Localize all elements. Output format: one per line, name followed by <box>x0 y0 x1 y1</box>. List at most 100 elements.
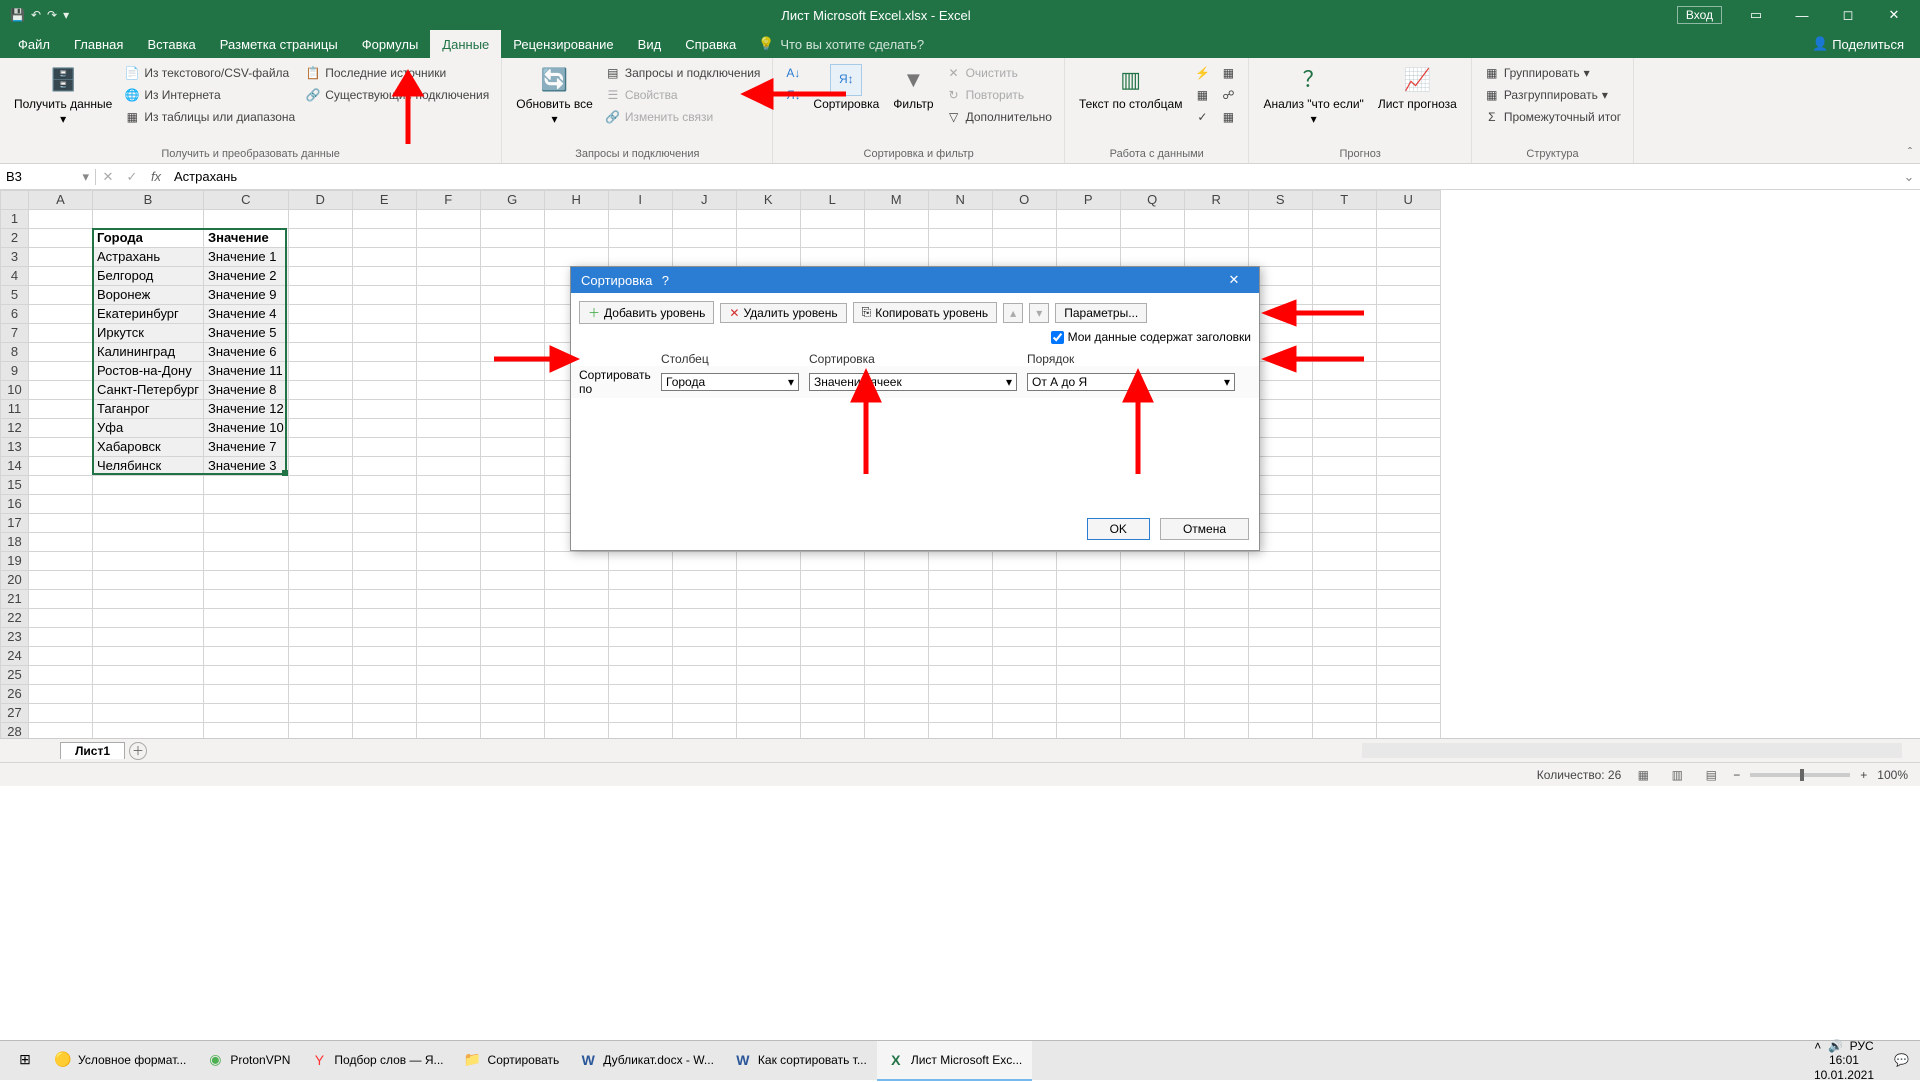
cell[interactable] <box>352 533 416 552</box>
cell[interactable] <box>29 590 93 609</box>
remove-duplicates-button[interactable]: ▦ <box>1190 84 1214 106</box>
cell[interactable] <box>288 457 352 476</box>
cell[interactable] <box>1376 210 1440 229</box>
cell[interactable] <box>203 628 288 647</box>
dialog-close-button[interactable]: ✕ <box>1219 272 1249 288</box>
cell[interactable] <box>288 286 352 305</box>
cell[interactable] <box>800 685 864 704</box>
cell[interactable] <box>416 647 480 666</box>
cell[interactable] <box>544 647 608 666</box>
data-validation-button[interactable]: ✓ <box>1190 106 1214 128</box>
cell[interactable] <box>1184 248 1248 267</box>
cell[interactable] <box>352 343 416 362</box>
cell[interactable] <box>480 457 544 476</box>
cell[interactable] <box>608 552 672 571</box>
cell[interactable] <box>1120 704 1184 723</box>
cell[interactable] <box>416 628 480 647</box>
zoom-level[interactable]: 100% <box>1877 768 1908 782</box>
cell[interactable] <box>608 229 672 248</box>
cell[interactable] <box>416 267 480 286</box>
cell[interactable] <box>203 590 288 609</box>
cell[interactable] <box>1120 210 1184 229</box>
cell[interactable] <box>928 210 992 229</box>
cell[interactable] <box>1312 286 1376 305</box>
cell[interactable] <box>1056 685 1120 704</box>
sort-button[interactable]: Я↕Сортировка <box>807 62 885 113</box>
volume-icon[interactable]: 🔊 <box>1828 1039 1843 1053</box>
cell[interactable] <box>1376 704 1440 723</box>
cell[interactable] <box>992 571 1056 590</box>
taskbar-excel[interactable]: XЛист Microsoft Exc... <box>877 1041 1032 1081</box>
cell[interactable] <box>736 210 800 229</box>
cell[interactable] <box>1056 210 1120 229</box>
cell[interactable] <box>544 571 608 590</box>
cell[interactable] <box>864 647 928 666</box>
cell[interactable] <box>800 571 864 590</box>
cell[interactable] <box>29 419 93 438</box>
cell[interactable] <box>288 685 352 704</box>
cancel-button[interactable]: Отмена <box>1160 518 1249 540</box>
cell[interactable] <box>864 248 928 267</box>
normal-view-icon[interactable]: ▦ <box>1631 766 1655 784</box>
cell[interactable] <box>1312 685 1376 704</box>
cell[interactable] <box>1376 438 1440 457</box>
cell[interactable] <box>1056 628 1120 647</box>
cell[interactable] <box>352 305 416 324</box>
cell[interactable] <box>288 704 352 723</box>
cell[interactable] <box>1312 362 1376 381</box>
cell[interactable] <box>544 229 608 248</box>
refresh-all-button[interactable]: 🔄Обновить все▾ <box>510 62 599 128</box>
cell[interactable] <box>1312 343 1376 362</box>
cell[interactable] <box>29 267 93 286</box>
qat-more-icon[interactable]: ▾ <box>63 8 69 22</box>
cell[interactable] <box>288 476 352 495</box>
cell[interactable] <box>288 305 352 324</box>
cell[interactable] <box>1056 647 1120 666</box>
zoom-in-button[interactable]: + <box>1860 768 1867 782</box>
cell[interactable] <box>800 229 864 248</box>
cell[interactable] <box>1312 210 1376 229</box>
cell[interactable] <box>864 628 928 647</box>
cell[interactable] <box>672 590 736 609</box>
cell[interactable] <box>608 628 672 647</box>
redo-icon[interactable]: ↷ <box>47 8 57 22</box>
cell[interactable] <box>480 229 544 248</box>
cell[interactable]: Астрахань <box>93 248 204 267</box>
cell[interactable] <box>608 666 672 685</box>
cell[interactable] <box>672 666 736 685</box>
cell[interactable] <box>1312 571 1376 590</box>
sign-in-button[interactable]: Вход <box>1677 6 1722 24</box>
cell[interactable] <box>864 590 928 609</box>
cell[interactable] <box>1376 514 1440 533</box>
cell[interactable] <box>800 210 864 229</box>
cell[interactable] <box>1312 457 1376 476</box>
cell[interactable] <box>288 590 352 609</box>
sort-order-select[interactable]: От А до Я▾ <box>1027 373 1235 391</box>
cell[interactable] <box>29 609 93 628</box>
dialog-help-button[interactable]: ? <box>652 273 678 288</box>
cell[interactable] <box>480 400 544 419</box>
flash-fill-button[interactable]: ⚡ <box>1190 62 1214 84</box>
cell[interactable] <box>29 514 93 533</box>
cell[interactable] <box>1312 666 1376 685</box>
cell[interactable] <box>288 267 352 286</box>
cell[interactable]: Иркутск <box>93 324 204 343</box>
cell[interactable] <box>1376 400 1440 419</box>
save-icon[interactable]: 💾 <box>10 8 25 22</box>
cell[interactable] <box>1376 666 1440 685</box>
cell[interactable] <box>93 647 204 666</box>
cell[interactable] <box>203 552 288 571</box>
cell[interactable] <box>992 609 1056 628</box>
cell[interactable] <box>800 552 864 571</box>
cell[interactable]: Значение 5 <box>203 324 288 343</box>
cell[interactable] <box>93 571 204 590</box>
minimize-button[interactable]: — <box>1780 0 1824 30</box>
cell[interactable] <box>928 229 992 248</box>
cell[interactable] <box>864 571 928 590</box>
filter-button[interactable]: ▼Фильтр <box>887 62 939 113</box>
cell[interactable] <box>1184 552 1248 571</box>
cell[interactable] <box>864 609 928 628</box>
cell[interactable] <box>1248 685 1312 704</box>
cell[interactable] <box>800 609 864 628</box>
cell[interactable] <box>203 495 288 514</box>
